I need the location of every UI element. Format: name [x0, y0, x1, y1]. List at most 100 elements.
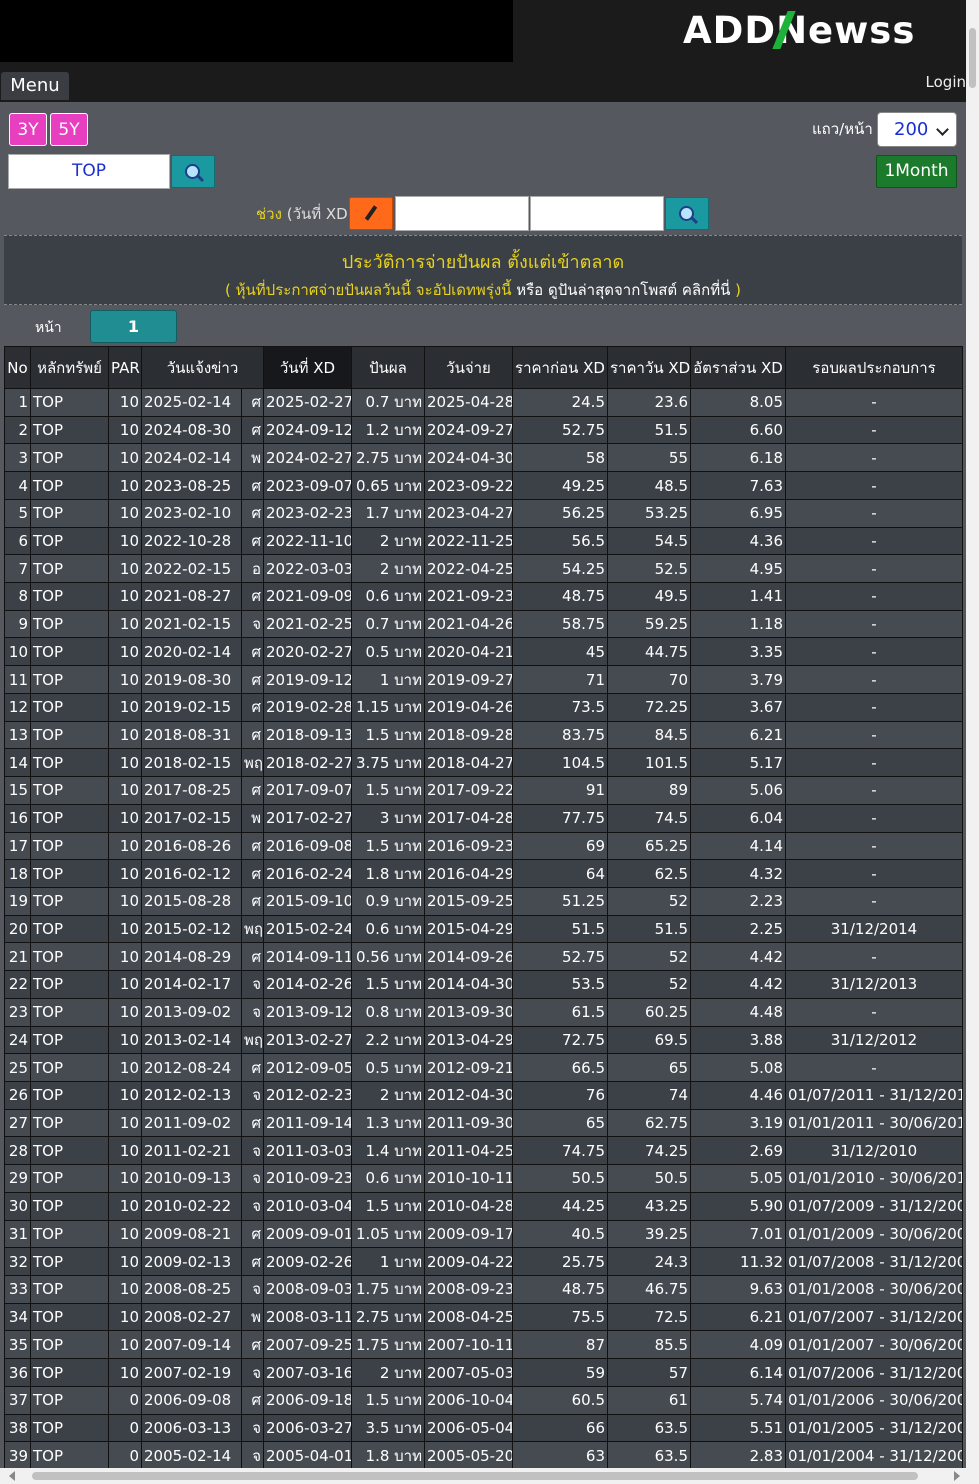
row-symbol[interactable]: TOP — [30, 1275, 109, 1304]
vertical-scroll-thumb[interactable] — [969, 28, 976, 88]
symbol-search-input[interactable]: TOP — [8, 154, 170, 189]
row-symbol[interactable]: TOP — [30, 443, 109, 473]
login-link[interactable]: Login — [926, 73, 966, 91]
row-symbol[interactable]: TOP — [30, 886, 109, 916]
row-symbol[interactable]: TOP — [30, 997, 109, 1027]
row-pay-date: 2021-09-23 — [424, 582, 513, 611]
row-symbol[interactable]: TOP — [30, 803, 109, 833]
row-par: 10 — [108, 1358, 142, 1387]
row-xd-date: 2016-02-24 — [263, 859, 352, 888]
row-symbol[interactable]: TOP — [30, 748, 109, 778]
row-symbol[interactable]: TOP — [30, 665, 109, 694]
table-row: 34 TOP 10 2008-02-27 พ 2008-03-11 2.75 บาท 2008… — [4, 1302, 963, 1332]
site-logo[interactable]: ADD Newss — [683, 8, 915, 52]
row-announce-date: 2015-02-12 — [141, 914, 242, 944]
horizontal-scroll-thumb[interactable] — [32, 1472, 918, 1480]
col-xd-ratio[interactable]: อัตราส่วน XD — [690, 346, 786, 389]
row-symbol[interactable]: TOP — [30, 720, 109, 750]
horizontal-scrollbar[interactable] — [0, 1468, 966, 1484]
col-dividend[interactable]: ปันผล — [351, 346, 425, 389]
row-xd-ratio: 6.21 — [690, 720, 786, 750]
row-symbol[interactable]: TOP — [30, 831, 109, 861]
row-symbol[interactable]: TOP — [30, 970, 109, 999]
col-symbol[interactable]: หลักทรัพย์ — [30, 346, 109, 389]
row-price-before-xd: 61.5 — [512, 997, 608, 1027]
latest-post-link[interactable]: หรือ ดูปันล่าสุดจากโพสต์ คลิกที่นี่ — [516, 281, 730, 299]
row-announce-day: ศ — [241, 637, 264, 667]
row-xd-ratio: 4.36 — [690, 526, 786, 556]
start-date-input[interactable] — [395, 196, 529, 231]
row-symbol[interactable]: TOP — [30, 1053, 109, 1082]
end-date-input[interactable] — [530, 196, 664, 231]
row-symbol[interactable]: TOP — [30, 859, 109, 888]
row-pay-date: 2010-04-28 — [424, 1191, 513, 1221]
period-3y-button[interactable]: 3Y — [9, 113, 47, 146]
row-symbol[interactable]: TOP — [30, 1330, 109, 1360]
row-symbol[interactable]: TOP — [30, 415, 109, 445]
row-symbol[interactable]: TOP — [30, 1136, 109, 1166]
row-price-xd: 46.75 — [607, 1275, 691, 1304]
row-symbol[interactable]: TOP — [30, 471, 109, 500]
row-symbol[interactable]: TOP — [30, 914, 109, 944]
row-symbol[interactable]: TOP — [30, 582, 109, 611]
row-no: 1 — [4, 388, 31, 417]
row-symbol[interactable]: TOP — [30, 692, 109, 722]
range-search-button[interactable] — [665, 197, 709, 230]
scroll-left-icon[interactable] — [9, 1471, 15, 1481]
row-symbol[interactable]: TOP — [30, 637, 109, 667]
symbol-search-button[interactable] — [171, 155, 215, 188]
row-symbol[interactable]: TOP — [30, 498, 109, 528]
row-announce-day: พ — [241, 803, 264, 833]
one-month-button[interactable]: 1Month — [876, 155, 957, 188]
row-no: 14 — [4, 748, 31, 778]
row-symbol[interactable]: TOP — [30, 1025, 109, 1055]
row-symbol[interactable]: TOP — [30, 776, 109, 805]
period-5y-button[interactable]: 5Y — [50, 113, 88, 146]
row-xd-date: 2009-09-01 — [263, 1219, 352, 1249]
row-announce-day: พ — [241, 443, 264, 473]
row-no: 6 — [4, 526, 31, 556]
scroll-right-icon[interactable] — [954, 1471, 960, 1481]
row-announce-day: ศ — [241, 1385, 264, 1415]
row-symbol[interactable]: TOP — [30, 388, 109, 417]
row-symbol[interactable]: TOP — [30, 554, 109, 584]
row-dividend: 0.6 บาท — [351, 914, 425, 944]
row-dividend: 2 บาท — [351, 554, 425, 584]
table-row: 15 TOP 10 2017-08-25 ศ 2017-09-07 1.5 บาท 2017-… — [4, 776, 963, 805]
row-symbol[interactable]: TOP — [30, 1413, 109, 1443]
rows-per-page-select[interactable]: 200 — [877, 112, 957, 147]
page-button-1[interactable]: 1 — [90, 310, 177, 343]
col-par[interactable]: PAR — [108, 346, 142, 389]
row-xd-date: 2015-02-24 — [263, 914, 352, 944]
row-symbol[interactable]: TOP — [30, 1191, 109, 1221]
row-symbol[interactable]: TOP — [30, 1080, 109, 1110]
col-price-before-xd[interactable]: ราคาก่อน XD — [512, 346, 608, 389]
row-symbol[interactable]: TOP — [30, 526, 109, 556]
row-symbol[interactable]: TOP — [30, 1302, 109, 1332]
row-symbol[interactable]: TOP — [30, 1441, 109, 1471]
row-symbol[interactable]: TOP — [30, 1164, 109, 1193]
row-price-xd: 65.25 — [607, 831, 691, 861]
col-period[interactable]: รอบผลประกอบการ — [785, 346, 963, 389]
row-symbol[interactable]: TOP — [30, 1358, 109, 1387]
row-no: 19 — [4, 886, 31, 916]
col-price-xd[interactable]: ราคาวัน XD — [607, 346, 691, 389]
table-row: 36 TOP 10 2007-02-19 จ 2007-03-16 2 บาท 2007-05… — [4, 1358, 963, 1387]
row-symbol[interactable]: TOP — [30, 1108, 109, 1138]
vertical-scrollbar[interactable] — [966, 0, 979, 1484]
row-symbol[interactable]: TOP — [30, 1385, 109, 1415]
col-no[interactable]: No — [4, 346, 31, 389]
row-par: 10 — [108, 692, 142, 722]
row-symbol[interactable]: TOP — [30, 942, 109, 972]
row-par: 10 — [108, 1108, 142, 1138]
col-xd-date[interactable]: วันที่ XD — [263, 346, 352, 389]
row-symbol[interactable]: TOP — [30, 1247, 109, 1276]
row-period: 01/07/2006 - 31/12/2006 — [785, 1358, 963, 1387]
row-symbol[interactable]: TOP — [30, 1219, 109, 1249]
row-price-xd: 74.5 — [607, 803, 691, 833]
col-pay-date[interactable]: วันจ่าย — [424, 346, 513, 389]
col-announce-date[interactable]: วันแจ้งข่าว — [141, 346, 264, 389]
menu-button[interactable]: Menu — [1, 72, 69, 100]
clear-range-button[interactable] — [349, 197, 393, 230]
row-symbol[interactable]: TOP — [30, 609, 109, 639]
